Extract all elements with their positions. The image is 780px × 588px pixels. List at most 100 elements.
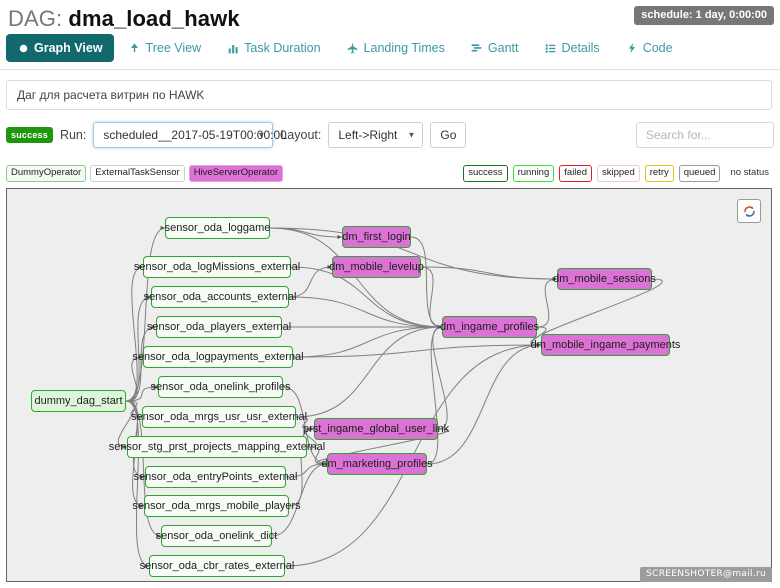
graph-node-sensor_oda_cbr_rates_external[interactable]: sensor_oda_cbr_rates_external (149, 555, 285, 577)
run-select[interactable]: scheduled__2017-05-19T00:00:00 ▼ (93, 122, 273, 148)
graph-edge (293, 327, 442, 357)
graph-node-sensor_oda_players_external[interactable]: sensor_oda_players_external (156, 316, 282, 338)
tab-landing-times[interactable]: Landing Times (336, 34, 456, 62)
graph-node-dm_mobile_ingame_payments[interactable]: dm_mobile_ingame_payments (541, 334, 670, 356)
node-label: sensor_oda_loggame (165, 222, 271, 234)
layout-select[interactable]: Left->Right ▼ (328, 122, 423, 148)
tab-label: Code (643, 41, 673, 55)
tree-icon (129, 42, 141, 54)
graph-node-sensor_stg_prst_projects_mapping_external[interactable]: sensor_stg_prst_projects_mapping_externa… (127, 436, 307, 458)
node-label: dm_ingame_profiles (440, 321, 539, 333)
node-label: dm_first_login (342, 231, 410, 243)
graph-node-sensor_oda_entryPoints_external[interactable]: sensor_oda_entryPoints_external (145, 466, 286, 488)
tab-label: Gantt (488, 41, 519, 55)
graph-node-sensor_oda_mrgs_usr_usr_external[interactable]: sensor_oda_mrgs_usr_usr_external (142, 406, 296, 428)
tab-graph-view[interactable]: Graph View (6, 34, 114, 62)
go-button[interactable]: Go (430, 122, 466, 148)
tab-label: Graph View (34, 41, 103, 55)
graph-edge (296, 327, 442, 417)
run-state-badge: success (6, 127, 53, 143)
operator-legend: DummyOperatorExternalTaskSensor HiveServe… (6, 165, 283, 182)
graph-node-sensor_oda_logMissions_external[interactable]: sensor_oda_logMissions_external (143, 256, 291, 278)
tab-code[interactable]: Code (615, 34, 684, 62)
graph-node-dm_mobile_levelup[interactable]: dm_mobile_levelup (332, 256, 421, 278)
graph-node-dm_ingame_profiles[interactable]: dm_ingame_profiles (442, 316, 537, 338)
node-label: sensor_stg_prst_projects_mapping_externa… (109, 441, 325, 453)
page-title: DAG: dma_load_hawk (8, 6, 240, 32)
node-label: sensor_oda_logMissions_external (134, 261, 300, 273)
tab-label: Tree View (146, 41, 202, 55)
node-label: sensor_oda_entryPoints_external (134, 471, 298, 483)
status-chip-no-status: no status (725, 165, 774, 182)
graph-edge (421, 267, 557, 279)
node-label: dm_mobile_sessions (553, 273, 656, 285)
view-tabs: Graph View Tree View Task Duration Landing … (6, 34, 688, 62)
tab-tree-view[interactable]: Tree View (118, 34, 213, 62)
graph-edge (411, 237, 442, 327)
chevron-down-icon: ▼ (407, 131, 415, 140)
operator-chip-externaltasksensor[interactable]: ExternalTaskSensor (90, 165, 184, 182)
lightning-icon (626, 42, 638, 54)
bar-chart-icon (227, 42, 239, 54)
graph-node-dm_marketing_profiles[interactable]: dm_marketing_profiles (327, 453, 427, 475)
layout-select-value: Left->Right (338, 128, 397, 142)
run-label: Run: (60, 128, 86, 142)
status-chip-running[interactable]: running (513, 165, 555, 182)
graph-node-dm_mobile_sessions[interactable]: dm_mobile_sessions (557, 268, 652, 290)
tab-gantt[interactable]: Gantt (460, 34, 530, 62)
plane-icon (347, 42, 359, 54)
refresh-glyph (743, 205, 756, 218)
graph-node-dummy_dag_start[interactable]: dummy_dag_start (31, 390, 126, 412)
graph-edge (421, 267, 442, 327)
graph-node-dm_first_login[interactable]: dm_first_login (342, 226, 411, 248)
dag-name: dma_load_hawk (68, 6, 239, 31)
status-chip-skipped[interactable]: skipped (597, 165, 640, 182)
node-label: dm_mobile_ingame_payments (531, 339, 681, 351)
node-label: sensor_oda_cbr_rates_external (140, 560, 295, 572)
screenshot-watermark: SCREENSHOTER@mail.ru (640, 567, 772, 582)
node-label: sensor_oda_onelink_dict (156, 530, 278, 542)
node-label: dummy_dag_start (34, 395, 122, 407)
tab-label: Details (561, 41, 599, 55)
graph-node-sensor_oda_onelink_dict[interactable]: sensor_oda_onelink_dict (161, 525, 272, 547)
search-input[interactable] (636, 122, 774, 148)
graph-node-prst_ingame_global_user_link[interactable]: prst_ingame_global_user_link (314, 418, 438, 440)
page-title-prefix: DAG: (8, 6, 62, 31)
node-label: sensor_oda_mrgs_mobile_players (132, 500, 300, 512)
circle-node-icon (17, 42, 29, 54)
gantt-bars-icon (471, 42, 483, 54)
tab-label: Task Duration (244, 41, 320, 55)
node-label: sensor_oda_players_external (147, 321, 291, 333)
list-details-icon (544, 42, 556, 54)
graph-node-sensor_oda_loggame[interactable]: sensor_oda_loggame (165, 217, 270, 239)
graph-node-sensor_oda_mrgs_mobile_players[interactable]: sensor_oda_mrgs_mobile_players (144, 495, 289, 517)
operator-chip-dummyoperator[interactable]: DummyOperator (6, 165, 86, 182)
graph-edge (427, 327, 442, 464)
status-legend: success runningfailed skipped retry queuedno… (463, 165, 774, 182)
refresh-icon[interactable] (737, 199, 761, 223)
status-chip-retry[interactable]: retry (645, 165, 674, 182)
schedule-badge: schedule: 1 day, 0:00:00 (634, 6, 774, 25)
graph-node-sensor_oda_logpayments_external[interactable]: sensor_oda_logpayments_external (143, 346, 293, 368)
dag-graph-canvas[interactable]: dummy_dag_start sensor_oda_loggame sensor_… (6, 188, 772, 582)
node-label: dm_mobile_levelup (329, 261, 424, 273)
status-chip-queued[interactable]: queued (679, 165, 721, 182)
tab-task-duration[interactable]: Task Duration (216, 34, 331, 62)
graph-node-sensor_oda_onelink_profiles[interactable]: sensor_oda_onelink_profiles (158, 376, 283, 398)
dag-description: Даг для расчета витрин по HAWK (6, 80, 772, 110)
tab-details[interactable]: Details (533, 34, 610, 62)
graph-edge (427, 345, 541, 464)
status-chip-failed[interactable]: failed (559, 165, 592, 182)
node-label: sensor_oda_accounts_external (144, 291, 297, 303)
chevron-down-icon: ▼ (257, 131, 265, 140)
graph-edge (433, 327, 447, 429)
graph-node-sensor_oda_accounts_external[interactable]: sensor_oda_accounts_external (151, 286, 289, 308)
status-chip-success[interactable]: success (463, 165, 507, 182)
node-label: sensor_oda_mrgs_usr_usr_external (131, 411, 307, 423)
tab-label: Landing Times (364, 41, 445, 55)
operator-chip-hiveserveroperator[interactable]: HiveServerOperator (189, 165, 283, 182)
airflow-dag-graph-page: DAG: dma_load_hawk schedule: 1 day, 0:00… (0, 0, 780, 588)
node-label: prst_ingame_global_user_link (303, 423, 449, 435)
node-label: dm_marketing_profiles (321, 458, 432, 470)
run-controls: success Run: scheduled__2017-05-19T00:00… (6, 122, 466, 148)
